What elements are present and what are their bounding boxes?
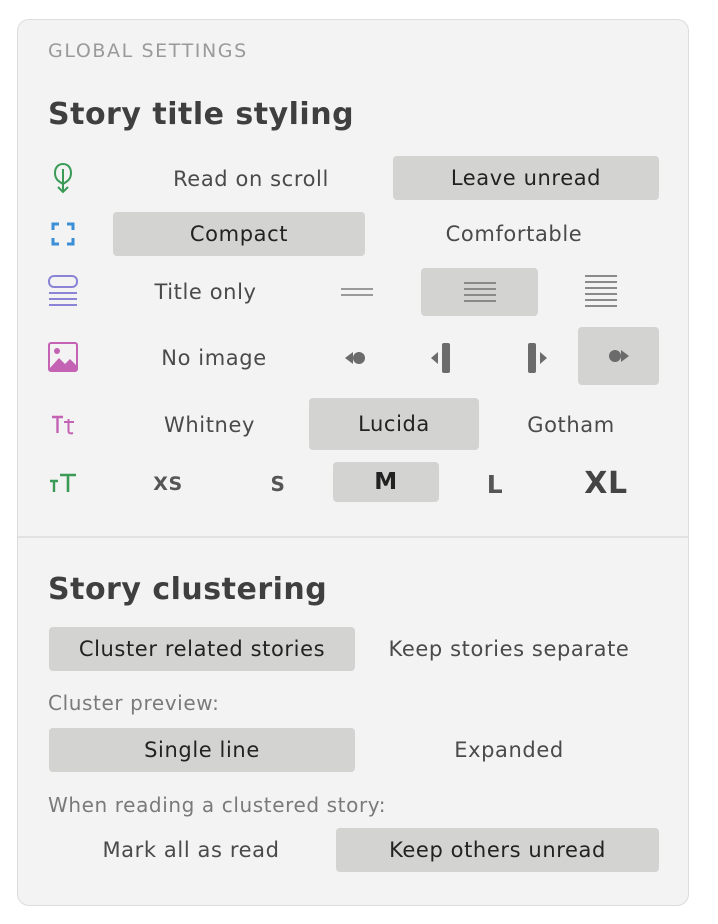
long-preview-icon[interactable] xyxy=(553,269,649,314)
cluster-preview-label: Cluster preview: xyxy=(48,691,220,715)
read-on-scroll-option[interactable]: Read on scroll xyxy=(113,157,389,200)
keep-stories-separate-option[interactable]: Keep stories separate xyxy=(370,627,648,671)
medium-preview-icon[interactable] xyxy=(421,268,538,316)
section-divider xyxy=(18,536,688,538)
short-preview-icon[interactable] xyxy=(309,269,405,314)
large-right-image-icon[interactable] xyxy=(502,332,572,384)
image-icon xyxy=(47,341,79,373)
cluster-related-stories-option[interactable]: Cluster related stories xyxy=(49,627,355,671)
no-image-option[interactable]: No image xyxy=(133,332,295,384)
mark-all-as-read-option[interactable]: Mark all as read xyxy=(78,828,304,872)
leave-unread-option[interactable]: Leave unread xyxy=(393,156,659,200)
expanded-option[interactable]: Expanded xyxy=(370,728,648,772)
title-only-option[interactable]: Title only xyxy=(113,269,298,314)
story-title-styling-heading: Story title styling xyxy=(48,97,355,132)
small-left-image-icon[interactable] xyxy=(316,332,394,384)
global-settings-label: GLOBAL SETTINGS xyxy=(48,40,248,62)
size-xl-option[interactable]: XL xyxy=(558,460,654,506)
compact-option[interactable]: Compact xyxy=(113,212,365,256)
font-whitney-option[interactable]: Whitney xyxy=(118,400,301,450)
story-clustering-heading: Story clustering xyxy=(48,572,328,607)
size-m-option[interactable]: M xyxy=(333,462,439,502)
scroll-read-icon xyxy=(47,162,79,194)
font-gotham-option[interactable]: Gotham xyxy=(488,400,654,450)
comfortable-option[interactable]: Comfortable xyxy=(381,212,647,256)
settings-panel: GLOBAL SETTINGS Story title styling Read… xyxy=(17,19,689,906)
size-s-option[interactable]: S xyxy=(233,464,323,504)
font-lucida-option[interactable]: Lucida xyxy=(309,398,479,450)
clustered-reading-label: When reading a clustered story: xyxy=(48,793,387,817)
size-l-option[interactable]: L xyxy=(450,464,540,504)
single-line-option[interactable]: Single line xyxy=(49,728,355,772)
compact-density-icon xyxy=(47,218,79,250)
small-right-image-icon[interactable] xyxy=(578,327,659,385)
size-xs-option[interactable]: XS xyxy=(123,464,213,504)
layout-lines-icon xyxy=(47,275,79,307)
large-left-image-icon[interactable] xyxy=(406,332,476,384)
font-family-icon xyxy=(47,409,79,441)
font-size-icon xyxy=(47,467,79,499)
keep-others-unread-option[interactable]: Keep others unread xyxy=(336,828,659,872)
